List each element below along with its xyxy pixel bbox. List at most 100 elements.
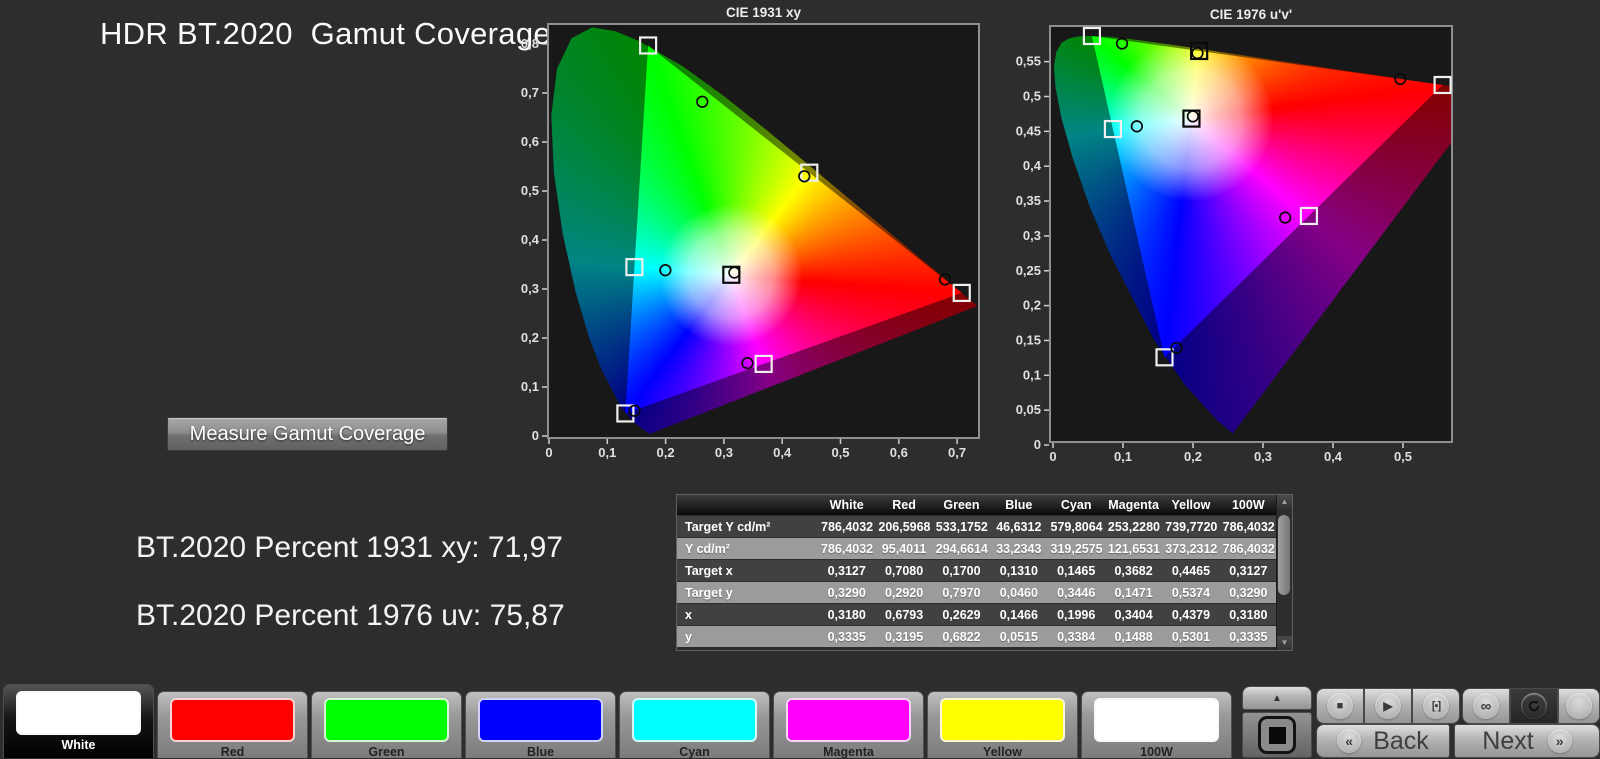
- table-cell: 206,5968: [875, 516, 932, 538]
- table-cell: 0,5301: [1162, 626, 1219, 648]
- table-cell: 0,1996: [1048, 604, 1105, 626]
- pattern-size-icon: [▪]: [1423, 693, 1449, 719]
- pattern-cell-label: Green: [312, 745, 461, 759]
- scroll-down-icon[interactable]: ▼: [1277, 636, 1292, 650]
- color-swatch: [324, 698, 449, 742]
- scrollbar-thumb[interactable]: [1278, 515, 1290, 595]
- y-tick-label: 0,35: [1016, 193, 1041, 208]
- pattern-cell-white[interactable]: White: [3, 684, 154, 758]
- table-cell: 0,1700: [933, 560, 990, 582]
- table-column-header: Green: [933, 495, 990, 516]
- y-tick-label: 0,15: [1016, 332, 1041, 347]
- pattern-cell-magenta[interactable]: Magenta: [773, 691, 924, 758]
- table-cell: 0,3335: [818, 626, 875, 648]
- stop-icon: ■: [1327, 693, 1353, 719]
- table-cell: 0,3682: [1105, 560, 1162, 582]
- table-cell: 0,3195: [875, 626, 932, 648]
- x-tick-label: 0,2: [657, 445, 675, 460]
- x-tick-label: 0: [545, 445, 552, 460]
- table-header-row: WhiteRedGreenBlueCyanMagentaYellow100W: [677, 495, 1277, 516]
- table-row-label: Target Y cd/m²: [677, 516, 818, 538]
- table-cell: 579,8064: [1048, 516, 1105, 538]
- y-tick-label: 0,4: [1023, 158, 1042, 173]
- table-corner-cell: [677, 495, 818, 516]
- table-scrollbar[interactable]: ▲ ▼: [1276, 495, 1292, 650]
- pattern-cell-green[interactable]: Green: [311, 691, 462, 758]
- table-cell: 0,3290: [818, 582, 875, 604]
- table-row: Target x0,31270,70800,17000,13100,14650,…: [677, 560, 1277, 582]
- table-cell: 0,3384: [1048, 626, 1105, 648]
- continuous-loop-button[interactable]: ∞: [1462, 688, 1510, 724]
- y-tick-label: 0,5: [1023, 89, 1041, 104]
- pattern-cell-cyan[interactable]: Cyan: [619, 691, 770, 758]
- table-cell: 786,4032: [1220, 516, 1277, 538]
- table-cell: 0,7080: [875, 560, 932, 582]
- record-button[interactable]: [1558, 688, 1600, 724]
- table-cell: 0,7970: [933, 582, 990, 604]
- chart-title: CIE 1931 xy: [726, 6, 802, 20]
- table-row: x0,31800,67930,26290,14660,19960,34040,4…: [677, 604, 1277, 626]
- pattern-color-bar: White Red Green Blue Cyan Magenta Yellow 100W: [3, 682, 1235, 758]
- stop-button[interactable]: ■: [1316, 688, 1364, 724]
- pattern-cell-label: White: [4, 738, 153, 752]
- refresh-icon: [1521, 693, 1547, 719]
- table-cell: 46,6312: [990, 516, 1047, 538]
- measurement-table-grid: WhiteRedGreenBlueCyanMagentaYellow100WTa…: [677, 495, 1277, 648]
- cie-1931-xy-chart: CIE 1931 xy00,10,20,30,40,50,60,70,800,1…: [513, 6, 995, 468]
- x-tick-label: 0,5: [1394, 449, 1412, 464]
- table-column-header: 100W: [1220, 495, 1277, 516]
- back-button[interactable]: « Back: [1316, 724, 1450, 758]
- pattern-window-button[interactable]: [1242, 712, 1312, 758]
- y-tick-label: 0,3: [521, 281, 539, 296]
- pattern-cell-blue[interactable]: Blue: [465, 691, 616, 758]
- y-tick-label: 0,25: [1016, 263, 1041, 278]
- x-tick-label: 0,4: [1324, 449, 1343, 464]
- y-tick-label: 0,5: [521, 183, 539, 198]
- color-swatch: [478, 698, 603, 742]
- y-tick-label: 0,1: [1023, 367, 1041, 382]
- chevrons-left-icon: «: [1337, 729, 1361, 753]
- play-button[interactable]: ▶: [1364, 688, 1412, 724]
- table-cell: 0,2920: [875, 582, 932, 604]
- table-cell: 0,3404: [1105, 604, 1162, 626]
- refresh-button[interactable]: [1510, 688, 1558, 724]
- table-row-label: y: [677, 626, 818, 648]
- measurement-table: WhiteRedGreenBlueCyanMagentaYellow100WTa…: [676, 494, 1293, 651]
- record-icon: [1566, 693, 1592, 719]
- scroll-up-icon[interactable]: ▲: [1277, 495, 1292, 509]
- chevron-up-icon: ▲: [1272, 693, 1282, 704]
- pattern-cell-red[interactable]: Red: [157, 691, 308, 758]
- cie-1976-uv-chart: CIE 1976 u'v'00,050,10,150,20,250,30,350…: [1013, 6, 1478, 468]
- y-tick-label: 0: [1034, 437, 1041, 452]
- next-button[interactable]: Next »: [1454, 724, 1600, 758]
- pattern-cell-label: 100W: [1082, 745, 1231, 759]
- infinite-loop-icon: ∞: [1473, 693, 1499, 719]
- pattern-cell-label: Magenta: [774, 745, 923, 759]
- table-cell: 0,3290: [1220, 582, 1277, 604]
- chart-plot-area: [1049, 25, 1453, 443]
- color-swatch: [16, 691, 141, 735]
- bt2020-percent-1931-text: BT.2020 Percent 1931 xy: 71,97: [136, 531, 563, 565]
- chart-plot-area: [547, 23, 980, 439]
- y-tick-label: 0,2: [1023, 298, 1041, 313]
- table-cell: 533,1752: [933, 516, 990, 538]
- table-row: Target y0,32900,29200,79700,04600,34460,…: [677, 582, 1277, 604]
- table-column-header: Cyan: [1048, 495, 1105, 516]
- color-swatch: [170, 698, 295, 742]
- table-row-label: Target x: [677, 560, 818, 582]
- y-tick-label: 0,6: [521, 134, 539, 149]
- pattern-cell-100w[interactable]: 100W: [1081, 691, 1232, 758]
- table-cell: 0,1471: [1105, 582, 1162, 604]
- table-cell: 0,3127: [818, 560, 875, 582]
- table-cell: 0,3335: [1220, 626, 1277, 648]
- pattern-cell-label: Red: [158, 745, 307, 759]
- pattern-cell-label: Cyan: [620, 745, 769, 759]
- y-tick-label: 0,8: [521, 36, 539, 51]
- collapse-controls-button[interactable]: ▲: [1242, 686, 1312, 710]
- pattern-size-button[interactable]: [▪]: [1412, 688, 1460, 724]
- table-column-header: White: [818, 495, 875, 516]
- measure-gamut-coverage-button[interactable]: Measure Gamut Coverage: [167, 417, 448, 451]
- bt2020-percent-1976-text: BT.2020 Percent 1976 uv: 75,87: [136, 599, 565, 633]
- table-column-header: Yellow: [1162, 495, 1219, 516]
- pattern-cell-yellow[interactable]: Yellow: [927, 691, 1078, 758]
